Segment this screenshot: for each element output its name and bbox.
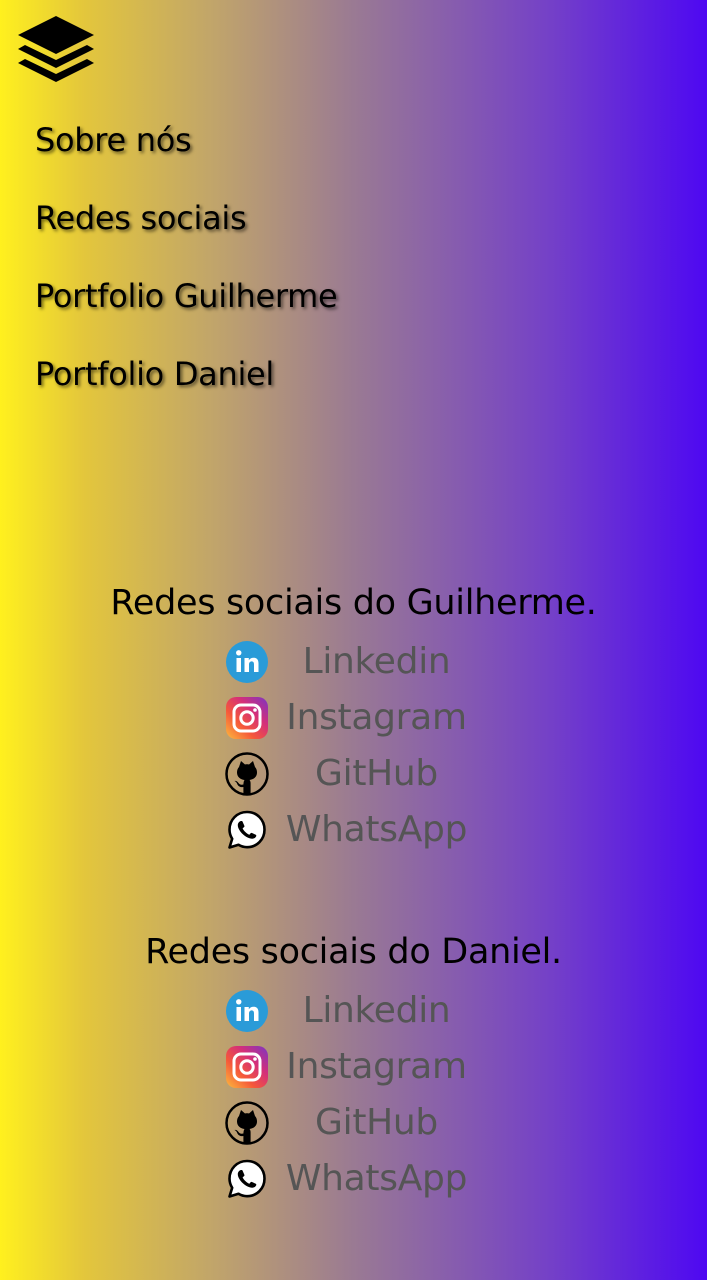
whatsapp-link[interactable]: WhatsApp [224,802,484,858]
menu-item-portfolio-daniel[interactable]: Portfolio Daniel [35,354,337,394]
github-icon [224,751,270,797]
social-links-list: Linkedin Instagram GitHub WhatsApp [224,634,484,858]
github-label: GitHub [315,753,438,794]
github-label: GitHub [315,1102,438,1143]
social-section-guilherme: Redes sociais do Guilherme. Linkedin Ins… [0,580,707,858]
linkedin-label: Linkedin [302,990,451,1031]
linkedin-icon [224,988,270,1034]
linkedin-icon [224,639,270,685]
instagram-icon [224,1044,270,1090]
instagram-link[interactable]: Instagram [224,1039,484,1095]
whatsapp-label: WhatsApp [285,809,468,850]
instagram-link[interactable]: Instagram [224,690,484,746]
instagram-label: Instagram [286,1046,467,1087]
menu-item-redes-sociais[interactable]: Redes sociais [35,198,337,238]
github-link[interactable]: GitHub [224,746,484,802]
layers-icon[interactable] [16,14,96,92]
instagram-label: Instagram [286,697,467,738]
whatsapp-label: WhatsApp [285,1158,468,1199]
github-icon [224,1100,270,1146]
linkedin-label: Linkedin [302,641,451,682]
instagram-icon [224,695,270,741]
section-title: Redes sociais do Daniel. [145,932,562,972]
linkedin-link[interactable]: Linkedin [224,983,484,1039]
social-section-daniel: Redes sociais do Daniel. Linkedin Instag… [0,929,707,1207]
menu-item-sobre-nos[interactable]: Sobre nós [35,120,337,160]
whatsapp-link[interactable]: WhatsApp [224,1151,484,1207]
whatsapp-icon [224,1156,270,1202]
section-title: Redes sociais do Guilherme. [110,583,597,623]
social-links-list: Linkedin Instagram GitHub WhatsApp [224,983,484,1207]
github-link[interactable]: GitHub [224,1095,484,1151]
linkedin-link[interactable]: Linkedin [224,634,484,690]
whatsapp-icon [224,807,270,853]
menu-item-portfolio-guilherme[interactable]: Portfolio Guilherme [35,276,338,316]
side-menu: Sobre nós Redes sociais Portfolio Guilhe… [35,120,338,432]
